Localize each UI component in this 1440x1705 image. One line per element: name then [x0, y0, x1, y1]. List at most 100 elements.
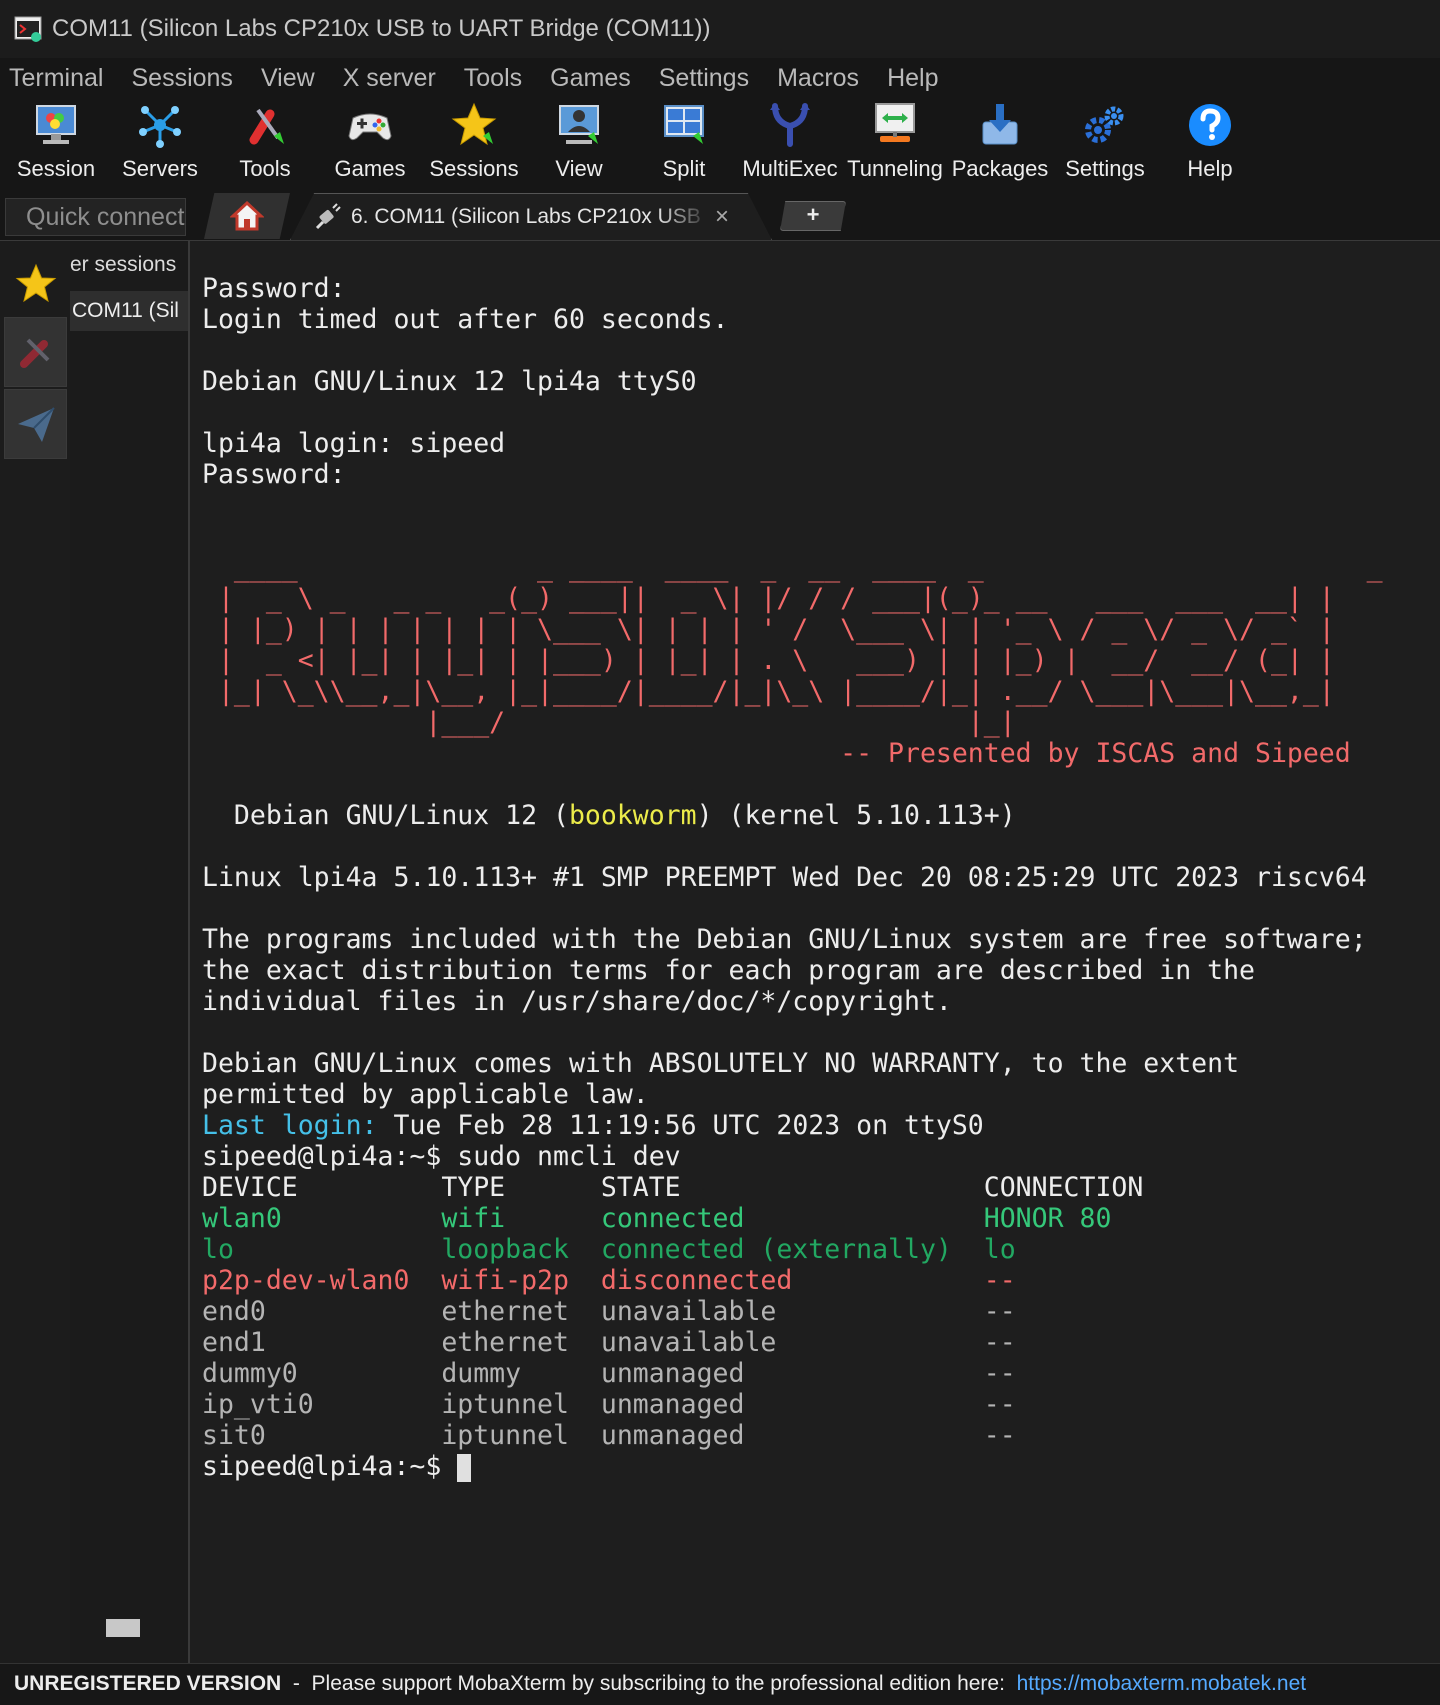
menu-settings[interactable]: Settings	[659, 64, 749, 93]
sessions-header: er sessions	[70, 253, 177, 276]
toolbar-label: Split	[662, 156, 706, 181]
terminal-line: Last login: Tue Feb 28 11:19:56 UTC 2023…	[202, 1110, 1399, 1141]
terminal-text: Last login:	[202, 1110, 378, 1141]
sidebar-sessions-button[interactable]	[4, 249, 67, 319]
terminal-line: Debian GNU/Linux comes with ABSOLUTELY N…	[202, 1048, 1399, 1079]
terminal-text: -- Presented by ISCAS and Sipeed	[202, 738, 1351, 769]
terminal-output: Password: Login timed out after 60 second…	[202, 273, 1399, 1482]
tab-session-label: 6. COM11 (Silicon Labs CP210x USB	[351, 205, 701, 228]
toolbar-label: Tools	[239, 156, 291, 181]
session-item-com11[interactable]: COM11 (Sil	[70, 291, 188, 331]
toolbar-session-button[interactable]: Session	[4, 98, 108, 190]
toolbar-label: View	[555, 156, 603, 181]
view-icon	[559, 105, 599, 144]
toolbar-multiexec-button[interactable]: MultiExec	[738, 98, 842, 190]
toolbar-sessions-button[interactable]: Sessions	[422, 98, 526, 190]
toolbar-label: Games	[334, 156, 406, 181]
terminal-line: permitted by applicable law.	[202, 1079, 1399, 1110]
serial-plug-icon	[315, 203, 341, 230]
close-tab-icon[interactable]: ×	[715, 203, 729, 231]
terminal-line: end1 ethernet unavailable --	[202, 1327, 1399, 1358]
menu-tools[interactable]: Tools	[464, 64, 522, 93]
toolbar-label: Tunneling	[847, 156, 943, 181]
terminal-text: |_| \_\\__,_|\__, |_|____/|____/|_|\_\ |…	[202, 676, 1335, 707]
terminal-text: ip_vti0 iptunnel unmanaged --	[202, 1389, 1160, 1420]
home-tab[interactable]	[204, 193, 290, 239]
toolbar-tools-button[interactable]: Tools	[213, 98, 317, 190]
terminal-text: end0 ethernet unavailable --	[202, 1296, 1160, 1327]
toolbar-help-button[interactable]: Help	[1158, 98, 1262, 190]
toolbar-games-button[interactable]: Games	[318, 98, 422, 190]
terminal-text: the exact distribution terms for each pr…	[202, 955, 1255, 986]
toolbar-label: Settings	[1065, 156, 1145, 181]
terminal-text: sipeed@lpi4a:~$ sudo nmcli dev	[202, 1141, 681, 1172]
tab-bar: Quick connect... 6. COM11 (Silicon Labs …	[0, 190, 1440, 241]
terminal-cursor	[457, 1453, 472, 1482]
terminal-line: ____ _ ____ ____ _ __ ____ _ _	[202, 552, 1399, 583]
terminal-line: -- Presented by ISCAS and Sipeed	[202, 738, 1399, 769]
toolbar-tunneling-button[interactable]: Tunneling	[843, 98, 947, 190]
terminal-text: lpi4a login: sipeed	[202, 428, 506, 459]
terminal-text: DEVICE TYPE STATE CONNECTION	[202, 1172, 1160, 1203]
menu-help[interactable]: Help	[887, 64, 938, 93]
terminal-text: | |_) | | | | | | | \___ \| | | | ' / \_…	[202, 614, 1335, 645]
tunneling-icon	[875, 103, 915, 142]
terminal-text: end1 ethernet unavailable --	[202, 1327, 1160, 1358]
tab-session[interactable]: 6. COM11 (Silicon Labs CP210x USB ×	[290, 193, 772, 240]
terminal-text: Tue Feb 28 11:19:56 UTC 2023 on ttyS0	[377, 1110, 984, 1141]
terminal-line: Password:	[202, 459, 1399, 490]
tools-icon	[249, 108, 284, 145]
terminal-line: | _ \ _ _ _ _(_) ___|| _ \| |/ / / ___|(…	[202, 583, 1399, 614]
toolbar-split-button[interactable]: Split	[632, 98, 736, 190]
terminal-text: | _ <| |_| | |_| | |___) | |_| | . \ ___…	[202, 645, 1335, 676]
toolbar-label: Servers	[122, 156, 198, 181]
terminal-text: wlan0 wifi connected HONOR 80	[202, 1203, 1160, 1234]
terminal-line: lpi4a login: sipeed	[202, 428, 1399, 459]
terminal-line: |_| \_\\__,_|\__, |_|____/|____/|_|\_\ |…	[202, 676, 1399, 707]
terminal-text: p2p-dev-wlan0 wifi-p2p disconnected --	[202, 1265, 1160, 1296]
terminal-line: end0 ethernet unavailable --	[202, 1296, 1399, 1327]
terminal-text: ____ _ ____ ____ _ __ ____ _ _	[202, 552, 1399, 583]
terminal-line: wlan0 wifi connected HONOR 80	[202, 1203, 1399, 1234]
unregistered-label: UNREGISTERED VERSION	[14, 1672, 282, 1695]
terminal-area[interactable]: Password: Login timed out after 60 second…	[190, 241, 1440, 1663]
terminal-line: dummy0 dummy unmanaged --	[202, 1358, 1399, 1389]
sidebar-tools-button[interactable]	[4, 317, 67, 387]
star-icon	[451, 102, 497, 146]
menu-macros[interactable]: Macros	[777, 64, 859, 93]
terminal-line: DEVICE TYPE STATE CONNECTION	[202, 1172, 1399, 1203]
multiexec-icon	[770, 103, 810, 147]
terminal-line: | _ <| |_| | |_| | |___) | |_| | . \ ___…	[202, 645, 1399, 676]
menu-view[interactable]: View	[261, 64, 315, 93]
menu-sessions[interactable]: Sessions	[131, 64, 232, 93]
toolbar-settings-button[interactable]: Settings	[1053, 98, 1157, 190]
sidebar	[0, 241, 71, 1663]
toolbar-servers-button[interactable]: Servers	[108, 98, 212, 190]
terminal-text: sit0 iptunnel unmanaged --	[202, 1420, 1160, 1451]
toolbar-packages-button[interactable]: Packages	[948, 98, 1052, 190]
toolbar-view-button[interactable]: View	[527, 98, 631, 190]
mobaxterm-link[interactable]: https://mobaxterm.mobatek.net	[1017, 1672, 1306, 1695]
terminal-text: ) (kernel 5.10.113+)	[696, 800, 1016, 831]
home-icon	[230, 200, 264, 231]
status-bar: UNREGISTERED VERSION - Please support Mo…	[0, 1663, 1440, 1705]
menu-games[interactable]: Games	[550, 64, 631, 93]
terminal-text: Debian GNU/Linux 12 (	[202, 800, 569, 831]
split-icon	[664, 105, 704, 144]
scroll-grip[interactable]	[106, 1619, 140, 1637]
new-tab-button[interactable]: +	[780, 201, 846, 231]
paper-plane-icon	[17, 407, 55, 442]
menu-bar: Terminal Sessions View X server Tools Games Se…	[0, 58, 1440, 98]
sidebar-macros-button[interactable]	[4, 389, 67, 459]
menu-terminal[interactable]: Terminal	[9, 64, 103, 93]
sessions-panel: er sessions COM11 (Sil	[70, 241, 190, 1663]
quick-connect-input[interactable]: Quick connect...	[5, 198, 186, 236]
terminal-line: Linux lpi4a 5.10.113+ #1 SMP PREEMPT Wed…	[202, 862, 1399, 893]
toolbar-label: Packages	[951, 156, 1049, 181]
window-title: COM11 (Silicon Labs CP210x USB to UART B…	[52, 15, 711, 42]
monitor-icon	[36, 105, 76, 144]
menu-x-server[interactable]: X server	[343, 64, 436, 93]
